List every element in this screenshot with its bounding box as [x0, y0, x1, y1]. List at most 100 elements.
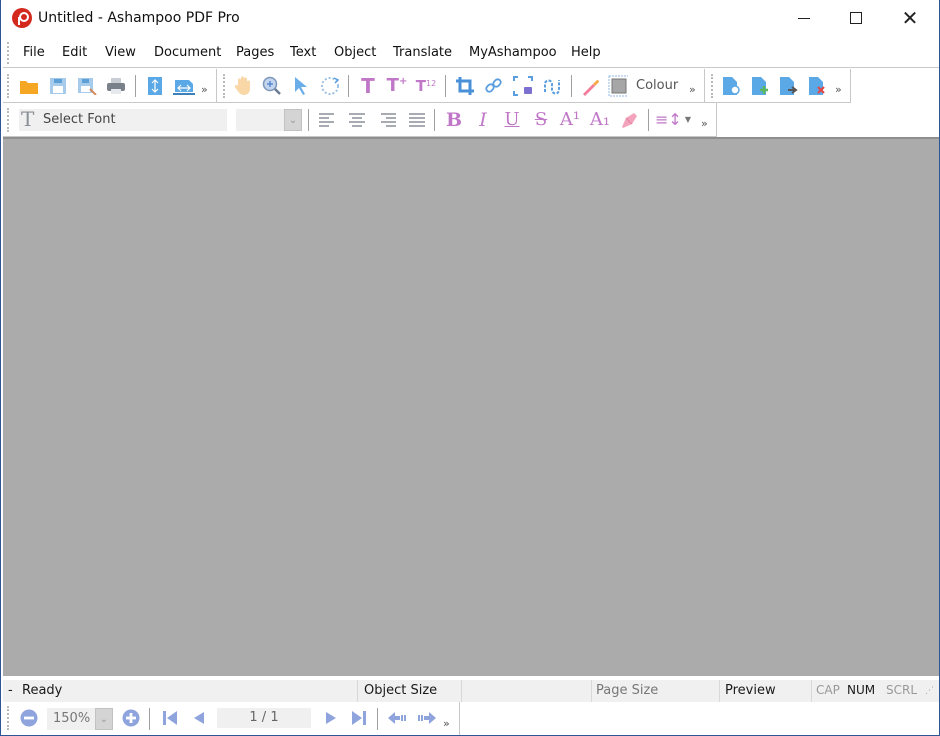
first-page-button[interactable] [160, 708, 180, 728]
save-button[interactable] [48, 76, 68, 96]
resize-grip-icon[interactable]: ⋰ [925, 686, 934, 696]
bold-icon: B [445, 108, 463, 131]
navigation-toolbar-overflow[interactable]: » [443, 717, 450, 730]
font-size-select[interactable]: ⌄ [236, 109, 302, 131]
superscript-icon: A¹ [559, 109, 581, 130]
italic-button[interactable]: I [473, 110, 493, 130]
next-page-button[interactable] [321, 708, 341, 728]
preview-label[interactable]: Preview [725, 683, 776, 698]
minimize-button[interactable] [781, 0, 827, 36]
status-text: Ready [22, 683, 63, 698]
zoom-level-select[interactable]: 150% ⌄ [47, 708, 113, 730]
line-spacing-button[interactable]: ≡↕ ▼ [655, 110, 691, 130]
line-spacing-dropdown-icon: ▼ [684, 115, 691, 124]
rotate-tool-button[interactable] [320, 76, 340, 96]
insert-page-button[interactable] [750, 76, 770, 96]
fit-height-button[interactable] [145, 76, 165, 96]
close-button[interactable]: ✕ [887, 0, 933, 36]
toolbar-grip[interactable] [223, 74, 225, 98]
text-numbering-button[interactable]: T12 [416, 76, 436, 96]
app-logo-icon [12, 8, 32, 28]
app-window: Untitled - Ashampoo PDF Pro ✕ File Edit … [0, 0, 940, 736]
text-numbering-icon: T12 [415, 76, 437, 95]
toolbar-grip[interactable] [7, 74, 9, 98]
status-divider [357, 680, 358, 702]
text-tool-button[interactable]: T [358, 76, 378, 96]
zoom-in-button[interactable] [121, 708, 141, 728]
navigate-back-button[interactable] [387, 708, 407, 728]
link-button[interactable] [484, 76, 504, 96]
colour-label[interactable]: Colour [636, 78, 678, 93]
format-toolbar: T Select Font ⌄ B I U S A¹ A₁ ≡↕ ▼ » [3, 103, 717, 137]
menu-view[interactable]: View [105, 45, 136, 60]
color-picker-button[interactable] [581, 76, 601, 96]
maximize-button[interactable] [833, 0, 879, 36]
rotate-icon [321, 77, 340, 95]
font-select-placeholder: Select Font [43, 112, 116, 127]
menubar-grip[interactable] [7, 42, 9, 64]
hand-tool-button[interactable] [233, 76, 253, 96]
navigate-forward-button[interactable] [417, 708, 437, 728]
fit-height-icon [148, 77, 162, 95]
highlighter-button[interactable] [619, 110, 639, 130]
underline-button[interactable]: U [502, 110, 522, 130]
add-text-button[interactable]: T+ [387, 76, 408, 96]
status-divider [591, 680, 592, 702]
menu-text[interactable]: Text [290, 45, 316, 60]
menu-object[interactable]: Object [334, 45, 376, 60]
toolbar-grip[interactable] [7, 706, 9, 730]
zoom-dropdown-button[interactable]: ⌄ [95, 708, 113, 730]
align-left-icon [319, 113, 334, 127]
extract-page-button[interactable] [779, 76, 799, 96]
document-canvas[interactable] [3, 137, 939, 676]
page-size-label: Page Size [596, 683, 659, 698]
align-right-button[interactable] [378, 110, 398, 130]
file-toolbar-overflow[interactable]: » [201, 83, 208, 96]
toolbar-grip[interactable] [7, 108, 9, 132]
menu-myashampoo[interactable]: MyAshampoo [469, 45, 557, 60]
scroll-lock-indicator: SCRL [886, 683, 918, 697]
last-page-button[interactable] [349, 708, 369, 728]
colour-swatch-button[interactable] [608, 75, 628, 97]
zoom-out-button[interactable] [19, 708, 39, 728]
toolbar-separator [434, 109, 435, 131]
previous-page-button[interactable] [189, 708, 209, 728]
fit-width-button[interactable] [172, 76, 196, 96]
status-bar: - Ready Object Size Page Size Preview CA… [3, 680, 939, 702]
menu-document[interactable]: Document [154, 45, 221, 60]
strikethrough-button[interactable]: S [531, 110, 551, 130]
align-center-button[interactable] [347, 110, 367, 130]
bold-button[interactable]: B [444, 110, 464, 130]
pages-toolbar-overflow[interactable]: » [835, 83, 842, 96]
menu-file[interactable]: File [23, 45, 45, 60]
format-toolbar-overflow[interactable]: » [701, 117, 708, 130]
path-button[interactable] [542, 76, 562, 96]
select-tool-button[interactable] [291, 76, 311, 96]
print-button[interactable] [106, 76, 126, 96]
zoom-out-icon [20, 709, 38, 727]
superscript-button[interactable]: A¹ [560, 110, 580, 130]
toolbar-separator [308, 109, 309, 131]
align-left-button[interactable] [317, 110, 337, 130]
text-tool-icon: T [361, 74, 375, 98]
subscript-button[interactable]: A₁ [590, 110, 610, 130]
open-button[interactable] [19, 76, 39, 96]
align-right-icon [381, 113, 396, 127]
rotate-page-button[interactable] [721, 76, 741, 96]
menu-pages[interactable]: Pages [236, 45, 274, 60]
font-select[interactable]: T Select Font [19, 107, 227, 131]
tools-toolbar-overflow[interactable]: » [689, 83, 696, 96]
snapshot-button[interactable] [513, 76, 533, 96]
first-page-icon [163, 711, 177, 725]
align-justify-button[interactable] [407, 110, 427, 130]
page-number-input[interactable]: 1 / 1 [217, 708, 311, 728]
crop-button[interactable] [455, 76, 475, 96]
menu-help[interactable]: Help [571, 45, 601, 60]
menu-translate[interactable]: Translate [393, 45, 452, 60]
delete-page-button[interactable] [808, 76, 828, 96]
save-as-button[interactable] [77, 76, 97, 96]
toolbar-grip[interactable] [711, 74, 713, 98]
font-size-dropdown-button[interactable]: ⌄ [284, 109, 302, 131]
zoom-tool-button[interactable] [262, 76, 282, 96]
menu-edit[interactable]: Edit [62, 45, 87, 60]
